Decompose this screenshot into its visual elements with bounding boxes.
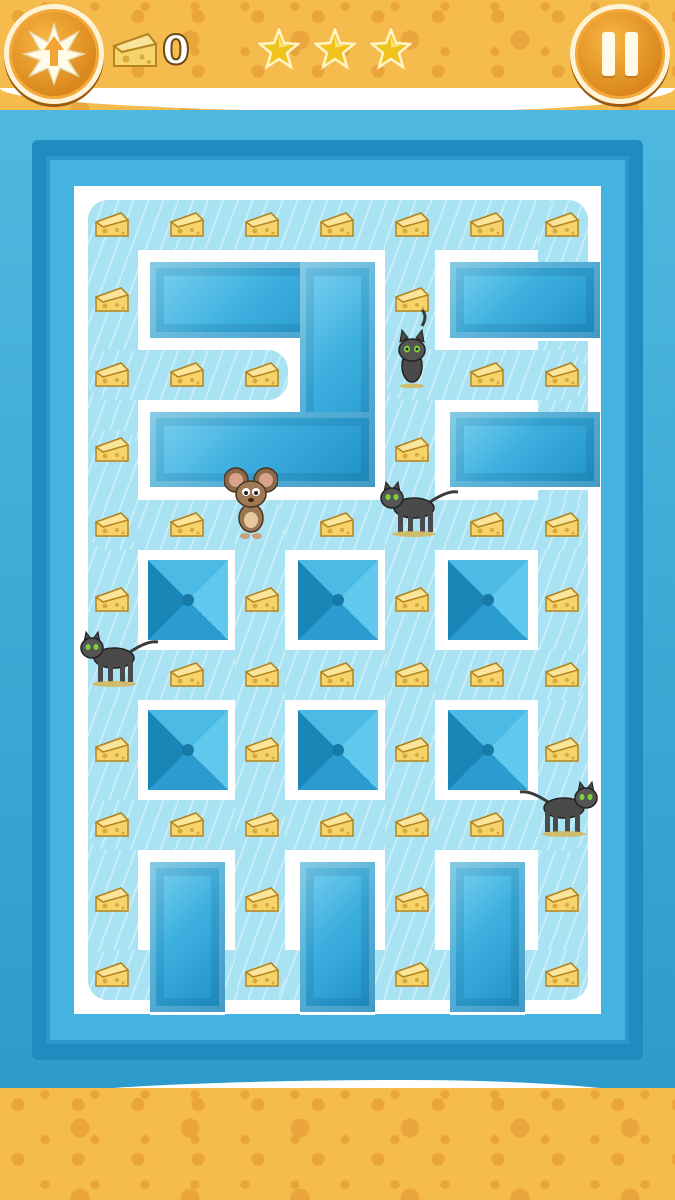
- cheese-piece: [95, 887, 129, 912]
- cheese-piece: [245, 662, 279, 687]
- cheese-piece: [395, 962, 429, 987]
- cheese-counter: 0: [112, 27, 191, 75]
- cheese-icon: [112, 32, 158, 67]
- cheese-piece: [545, 512, 579, 537]
- cheese-piece: [545, 737, 579, 762]
- mouse: [224, 467, 278, 539]
- cat: [519, 780, 598, 837]
- cheese-piece: [170, 662, 204, 687]
- cheese-piece: [245, 812, 279, 837]
- star-burst-arrow-icon: [22, 22, 86, 86]
- cheese-piece: [470, 812, 504, 837]
- cat: [80, 630, 159, 687]
- cheese-piece: [545, 362, 579, 387]
- maze-block: [298, 710, 378, 790]
- maze-wall: [450, 412, 600, 487]
- maze-block: [298, 560, 378, 640]
- cheese-piece: [95, 212, 129, 237]
- cheese-piece: [170, 212, 204, 237]
- cheese-piece: [245, 587, 279, 612]
- cheese-piece: [470, 512, 504, 537]
- pause-icon: [597, 32, 643, 76]
- cheese-piece: [470, 212, 504, 237]
- star-rating: [258, 28, 412, 70]
- cheese-piece: [545, 962, 579, 987]
- cheese-piece: [320, 212, 354, 237]
- cheese-piece: [245, 737, 279, 762]
- cheese-piece: [470, 662, 504, 687]
- cheese-piece: [320, 512, 354, 537]
- star-icon: [370, 28, 412, 70]
- cheese-piece: [95, 512, 129, 537]
- cheese-piece: [170, 362, 204, 387]
- cheese-piece: [245, 212, 279, 237]
- cat: [380, 480, 459, 537]
- cheese-count: 0: [161, 27, 191, 75]
- cheese-piece: [95, 437, 129, 462]
- maze-block: [148, 710, 228, 790]
- cheese-piece: [545, 887, 579, 912]
- pause-button[interactable]: [570, 4, 670, 104]
- cheese-piece: [395, 437, 429, 462]
- cat: [398, 308, 427, 388]
- maze-block: [448, 560, 528, 640]
- menu-button[interactable]: [4, 4, 104, 104]
- cheese-piece: [95, 287, 129, 312]
- cheese-piece: [395, 812, 429, 837]
- bottom-cheese-bar: [0, 1088, 675, 1200]
- cheese-piece: [95, 812, 129, 837]
- cheese-piece: [245, 962, 279, 987]
- maze-wall: [300, 862, 375, 1012]
- cheese-piece: [245, 362, 279, 387]
- cheese-piece: [395, 662, 429, 687]
- cheese-piece: [320, 812, 354, 837]
- cheese-piece: [95, 737, 129, 762]
- cheese-piece: [95, 362, 129, 387]
- star-icon: [258, 28, 300, 70]
- cheese-piece: [545, 587, 579, 612]
- cheese-piece: [395, 587, 429, 612]
- maze-wall: [450, 862, 525, 1012]
- cheese-piece: [245, 887, 279, 912]
- cheese-piece: [95, 962, 129, 987]
- maze-wall: [150, 862, 225, 1012]
- cheese-piece: [95, 587, 129, 612]
- cheese-piece: [545, 662, 579, 687]
- cheese-piece: [395, 887, 429, 912]
- cheese-piece: [395, 737, 429, 762]
- star-icon: [314, 28, 356, 70]
- cheese-piece: [170, 512, 204, 537]
- cheese-piece: [170, 812, 204, 837]
- cheese-piece: [470, 362, 504, 387]
- cheese-piece: [545, 212, 579, 237]
- cheese-piece: [320, 662, 354, 687]
- maze-wall: [450, 262, 600, 338]
- cheese-piece: [395, 212, 429, 237]
